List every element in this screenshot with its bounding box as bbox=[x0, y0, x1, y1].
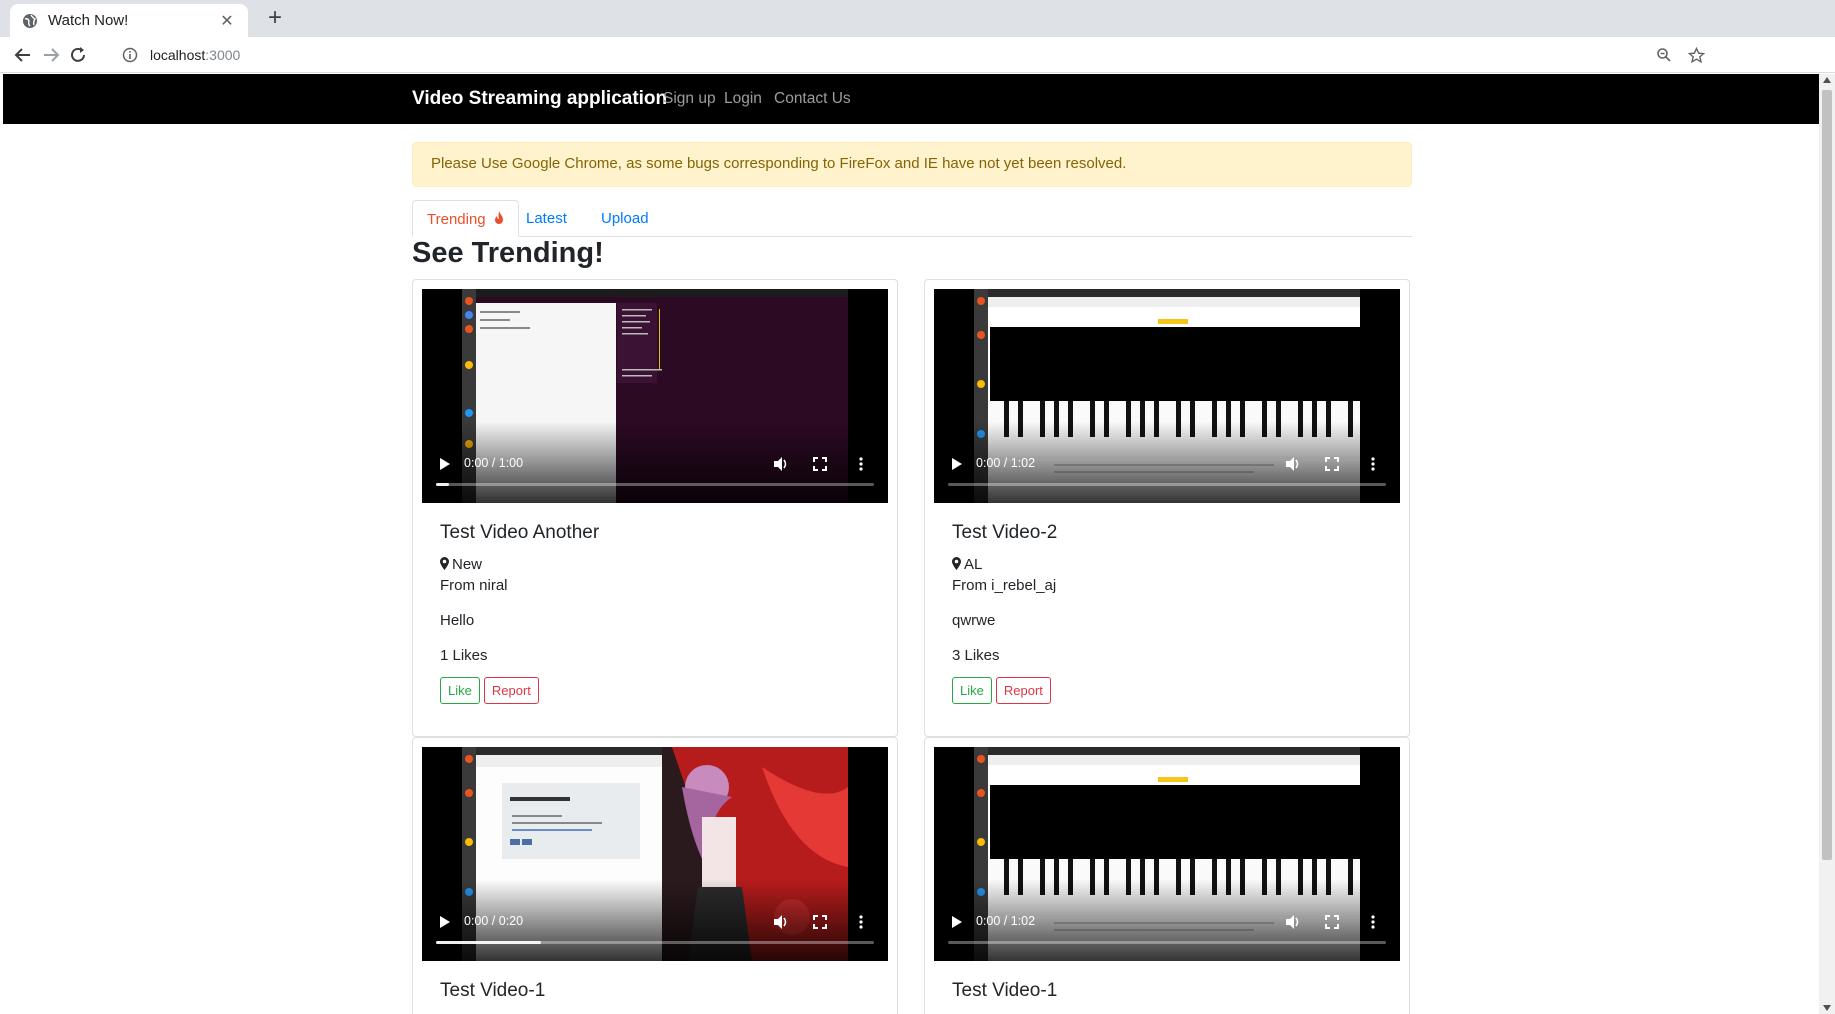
video-description: qwrwe bbox=[952, 612, 996, 629]
more-options-icon[interactable] bbox=[852, 455, 870, 473]
volume-icon[interactable] bbox=[1284, 913, 1302, 931]
nav-contact-link[interactable]: Contact Us bbox=[774, 90, 851, 108]
tab-latest[interactable]: Latest bbox=[512, 200, 581, 237]
video-card: 0:00 / 0:20 Test Video-1 bbox=[412, 737, 898, 1014]
volume-icon[interactable] bbox=[1284, 455, 1302, 473]
scroll-down-arrow-icon[interactable] bbox=[1823, 1005, 1831, 1011]
video-player[interactable]: 0:00 / 1:02 bbox=[934, 289, 1400, 503]
video-location: AL bbox=[952, 554, 1392, 575]
play-icon[interactable] bbox=[440, 916, 450, 928]
report-button[interactable]: Report bbox=[483, 677, 539, 704]
map-marker-icon bbox=[440, 557, 449, 570]
video-player[interactable]: 0:00 / 1:00 bbox=[422, 289, 888, 503]
url-host: localhost bbox=[150, 47, 206, 63]
video-player[interactable]: 0:00 / 0:20 bbox=[422, 747, 888, 961]
more-options-icon[interactable] bbox=[1364, 455, 1382, 473]
reload-icon[interactable] bbox=[66, 43, 90, 67]
video-title: Test Video-1 bbox=[952, 980, 1058, 1001]
tab-trending[interactable]: Trending bbox=[412, 200, 519, 237]
fullscreen-icon[interactable] bbox=[811, 913, 829, 931]
video-card: 0:00 / 1:02 Test Video-2 AL From i_rebel… bbox=[924, 279, 1410, 737]
globe-icon bbox=[23, 13, 37, 28]
video-likes: 3 Likes bbox=[952, 647, 1000, 664]
page-heading: See Trending! bbox=[412, 237, 604, 269]
video-likes: 1 Likes bbox=[440, 647, 488, 664]
browser-tab[interactable]: Watch Now! ✕ bbox=[10, 4, 248, 37]
map-marker-icon bbox=[952, 557, 961, 570]
video-title: Test Video-1 bbox=[440, 980, 546, 1001]
video-time: 0:00 / 1:02 bbox=[976, 914, 1036, 928]
tab-title: Watch Now! bbox=[48, 12, 129, 29]
video-progress-bar[interactable] bbox=[436, 483, 874, 486]
close-tab-icon[interactable]: ✕ bbox=[218, 11, 236, 31]
more-options-icon[interactable] bbox=[1364, 913, 1382, 931]
video-time: 0:00 / 1:02 bbox=[976, 456, 1036, 470]
video-card: 0:00 / 1:00 Test Video Another New From … bbox=[412, 279, 898, 737]
bookmark-star-icon[interactable] bbox=[1685, 44, 1707, 66]
video-time: 0:00 / 0:20 bbox=[464, 914, 524, 928]
video-title: Test Video-2 bbox=[952, 522, 1058, 543]
play-icon[interactable] bbox=[440, 458, 450, 470]
like-button[interactable]: Like bbox=[440, 677, 480, 704]
volume-icon[interactable] bbox=[772, 913, 790, 931]
site-brand[interactable]: Video Streaming application bbox=[412, 88, 667, 110]
play-icon[interactable] bbox=[952, 916, 962, 928]
card-body: Test Video-1 bbox=[952, 980, 1392, 1012]
zoom-icon[interactable] bbox=[1653, 44, 1675, 66]
video-title: Test Video Another bbox=[440, 522, 600, 543]
page-scrollbar[interactable] bbox=[1819, 74, 1835, 1014]
report-button[interactable]: Report bbox=[995, 677, 1051, 704]
site-navbar: Video Streaming application Sign up Logi… bbox=[3, 74, 1819, 124]
video-progress-bar[interactable] bbox=[948, 483, 1386, 486]
info-icon[interactable] bbox=[122, 47, 138, 63]
fullscreen-icon[interactable] bbox=[1323, 913, 1341, 931]
video-uploader: From i_rebel_aj bbox=[952, 577, 1057, 594]
card-body: Test Video-2 AL From i_rebel_aj qwrwe 3 … bbox=[952, 522, 1392, 704]
new-tab-icon[interactable]: + bbox=[262, 6, 288, 32]
scrollbar-thumb[interactable] bbox=[1822, 90, 1832, 860]
card-actions: Like Report bbox=[952, 677, 1392, 704]
video-progress-fill bbox=[436, 941, 542, 944]
tab-upload-label: Upload bbox=[601, 210, 649, 227]
more-options-icon[interactable] bbox=[852, 913, 870, 931]
video-tabs: Trending Latest Upload bbox=[412, 200, 1412, 237]
alert-text: Please Use Google Chrome, as some bugs c… bbox=[431, 155, 1127, 172]
browser-toolbar: localhost:3000 bbox=[0, 37, 1835, 73]
card-body: Test Video Another New From niral Hello … bbox=[440, 522, 880, 704]
nav-login-link[interactable]: Login bbox=[724, 90, 762, 108]
tab-latest-label: Latest bbox=[526, 210, 567, 227]
video-progress-bar[interactable] bbox=[436, 941, 874, 944]
location-text: New bbox=[452, 556, 483, 573]
fire-icon bbox=[494, 211, 503, 224]
browser-tabbar: Watch Now! ✕ + bbox=[0, 0, 1835, 37]
page-content: Video Streaming application Sign up Logi… bbox=[3, 74, 1819, 1014]
scroll-up-arrow-icon[interactable] bbox=[1823, 77, 1831, 83]
browser-warning-alert: Please Use Google Chrome, as some bugs c… bbox=[412, 142, 1412, 187]
volume-icon[interactable] bbox=[772, 455, 790, 473]
play-icon[interactable] bbox=[952, 458, 962, 470]
like-button[interactable]: Like bbox=[952, 677, 992, 704]
video-card: 0:00 / 1:02 Test Video-1 bbox=[924, 737, 1410, 1014]
video-time: 0:00 / 1:00 bbox=[464, 456, 524, 470]
tab-upload[interactable]: Upload bbox=[587, 200, 663, 237]
back-icon[interactable] bbox=[11, 43, 35, 67]
location-text: AL bbox=[964, 556, 983, 573]
video-player[interactable]: 0:00 / 1:02 bbox=[934, 747, 1400, 961]
video-progress-bar[interactable] bbox=[948, 941, 1386, 944]
url-port: :3000 bbox=[205, 47, 241, 63]
forward-icon[interactable] bbox=[39, 43, 63, 67]
video-description: Hello bbox=[440, 612, 475, 629]
video-location: New bbox=[440, 554, 880, 575]
tab-trending-label: Trending bbox=[427, 211, 486, 228]
address-bar[interactable]: localhost:3000 bbox=[112, 40, 1708, 70]
fullscreen-icon[interactable] bbox=[1323, 455, 1341, 473]
video-uploader: From niral bbox=[440, 577, 508, 594]
card-body: Test Video-1 bbox=[440, 980, 880, 1012]
fullscreen-icon[interactable] bbox=[811, 455, 829, 473]
nav-signup-link[interactable]: Sign up bbox=[663, 90, 716, 108]
card-actions: Like Report bbox=[440, 677, 880, 704]
video-progress-fill bbox=[436, 483, 450, 486]
